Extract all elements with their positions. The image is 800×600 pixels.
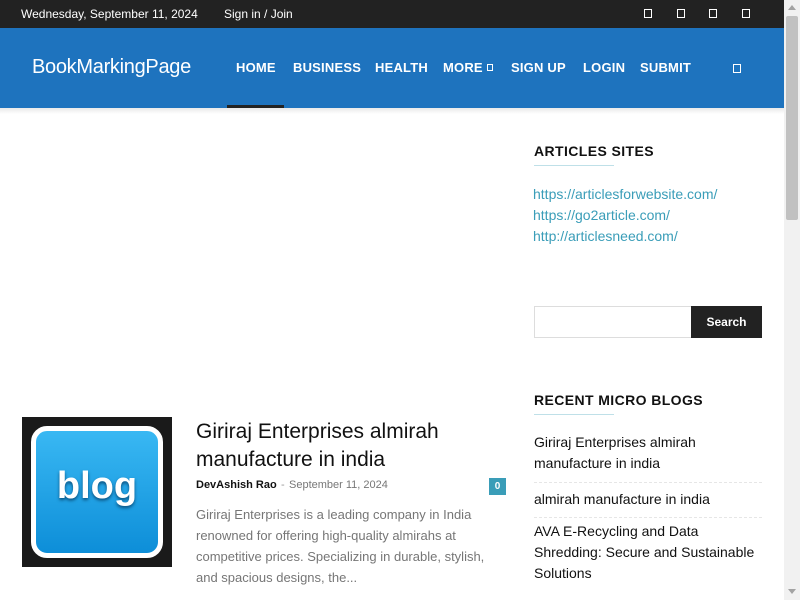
divider [534,517,762,518]
search-input[interactable] [534,306,692,338]
widget-underline [534,165,614,166]
post-date: September 11, 2024 [289,479,388,491]
scrollbar-thumb[interactable] [786,16,798,220]
search-button[interactable]: Search [691,306,762,338]
nav-login[interactable]: LOGIN [583,60,625,75]
chevron-down-icon [486,64,493,71]
scrollbar[interactable] [784,0,800,600]
social-icon-3[interactable] [709,9,717,18]
scroll-up-icon[interactable] [788,5,796,10]
social-icon-1[interactable] [644,9,652,18]
nav-sign-up[interactable]: SIGN UP [511,60,566,75]
site-logo[interactable]: BookMarkingPage [32,56,191,79]
top-bar: Wednesday, September 11, 2024 Sign in / … [0,0,784,28]
site-header: BookMarkingPage HOME BUSINESS HEALTH MOR… [0,28,784,108]
articles-sites-title: ARTICLES SITES [534,143,654,159]
search-icon[interactable] [733,64,741,73]
post-excerpt: Giriraj Enterprises is a leading company… [196,507,485,585]
comment-count-badge[interactable]: 0 [489,478,506,495]
header-shadow [0,108,784,114]
nav-health[interactable]: HEALTH [375,60,428,75]
blog-logo-tile: blog [31,426,163,558]
article-link[interactable]: https://go2article.com/ [533,207,670,223]
scroll-down-icon[interactable] [788,589,796,594]
sign-in-join-link[interactable]: Sign in / Join [224,7,293,21]
nav-submit[interactable]: SUBMIT [640,60,691,75]
nav-business[interactable]: BUSINESS [293,60,361,75]
nav-more[interactable]: MORE [443,60,493,75]
recent-blog-item[interactable]: Giriraj Enterprises almirah manufacture … [534,432,762,474]
recent-micro-blogs-title: RECENT MICRO BLOGS [534,392,703,408]
post-author[interactable]: DevAshish Rao [196,479,277,491]
recent-blog-item[interactable]: AVA E-Recycling and Data Shredding: Secu… [534,521,762,584]
recent-blog-item[interactable]: almirah manufacture in india [534,489,762,510]
widget-underline [534,414,614,415]
article-link[interactable]: http://articlesneed.com/ [533,228,678,244]
social-icon-2[interactable] [677,9,685,18]
post-title[interactable]: Giriraj Enterprises almirah manufacture … [196,418,506,474]
post-thumbnail[interactable]: blog [22,417,172,567]
current-date: Wednesday, September 11, 2024 [21,7,198,21]
social-icon-4[interactable] [742,9,750,18]
post-meta-separator: - [281,479,285,491]
blog-logo-text: blog [56,465,138,507]
divider [534,482,762,483]
nav-home[interactable]: HOME [236,60,276,75]
nav-more-label: MORE [443,60,483,75]
article-link[interactable]: https://articlesforwebsite.com/ [533,186,717,202]
